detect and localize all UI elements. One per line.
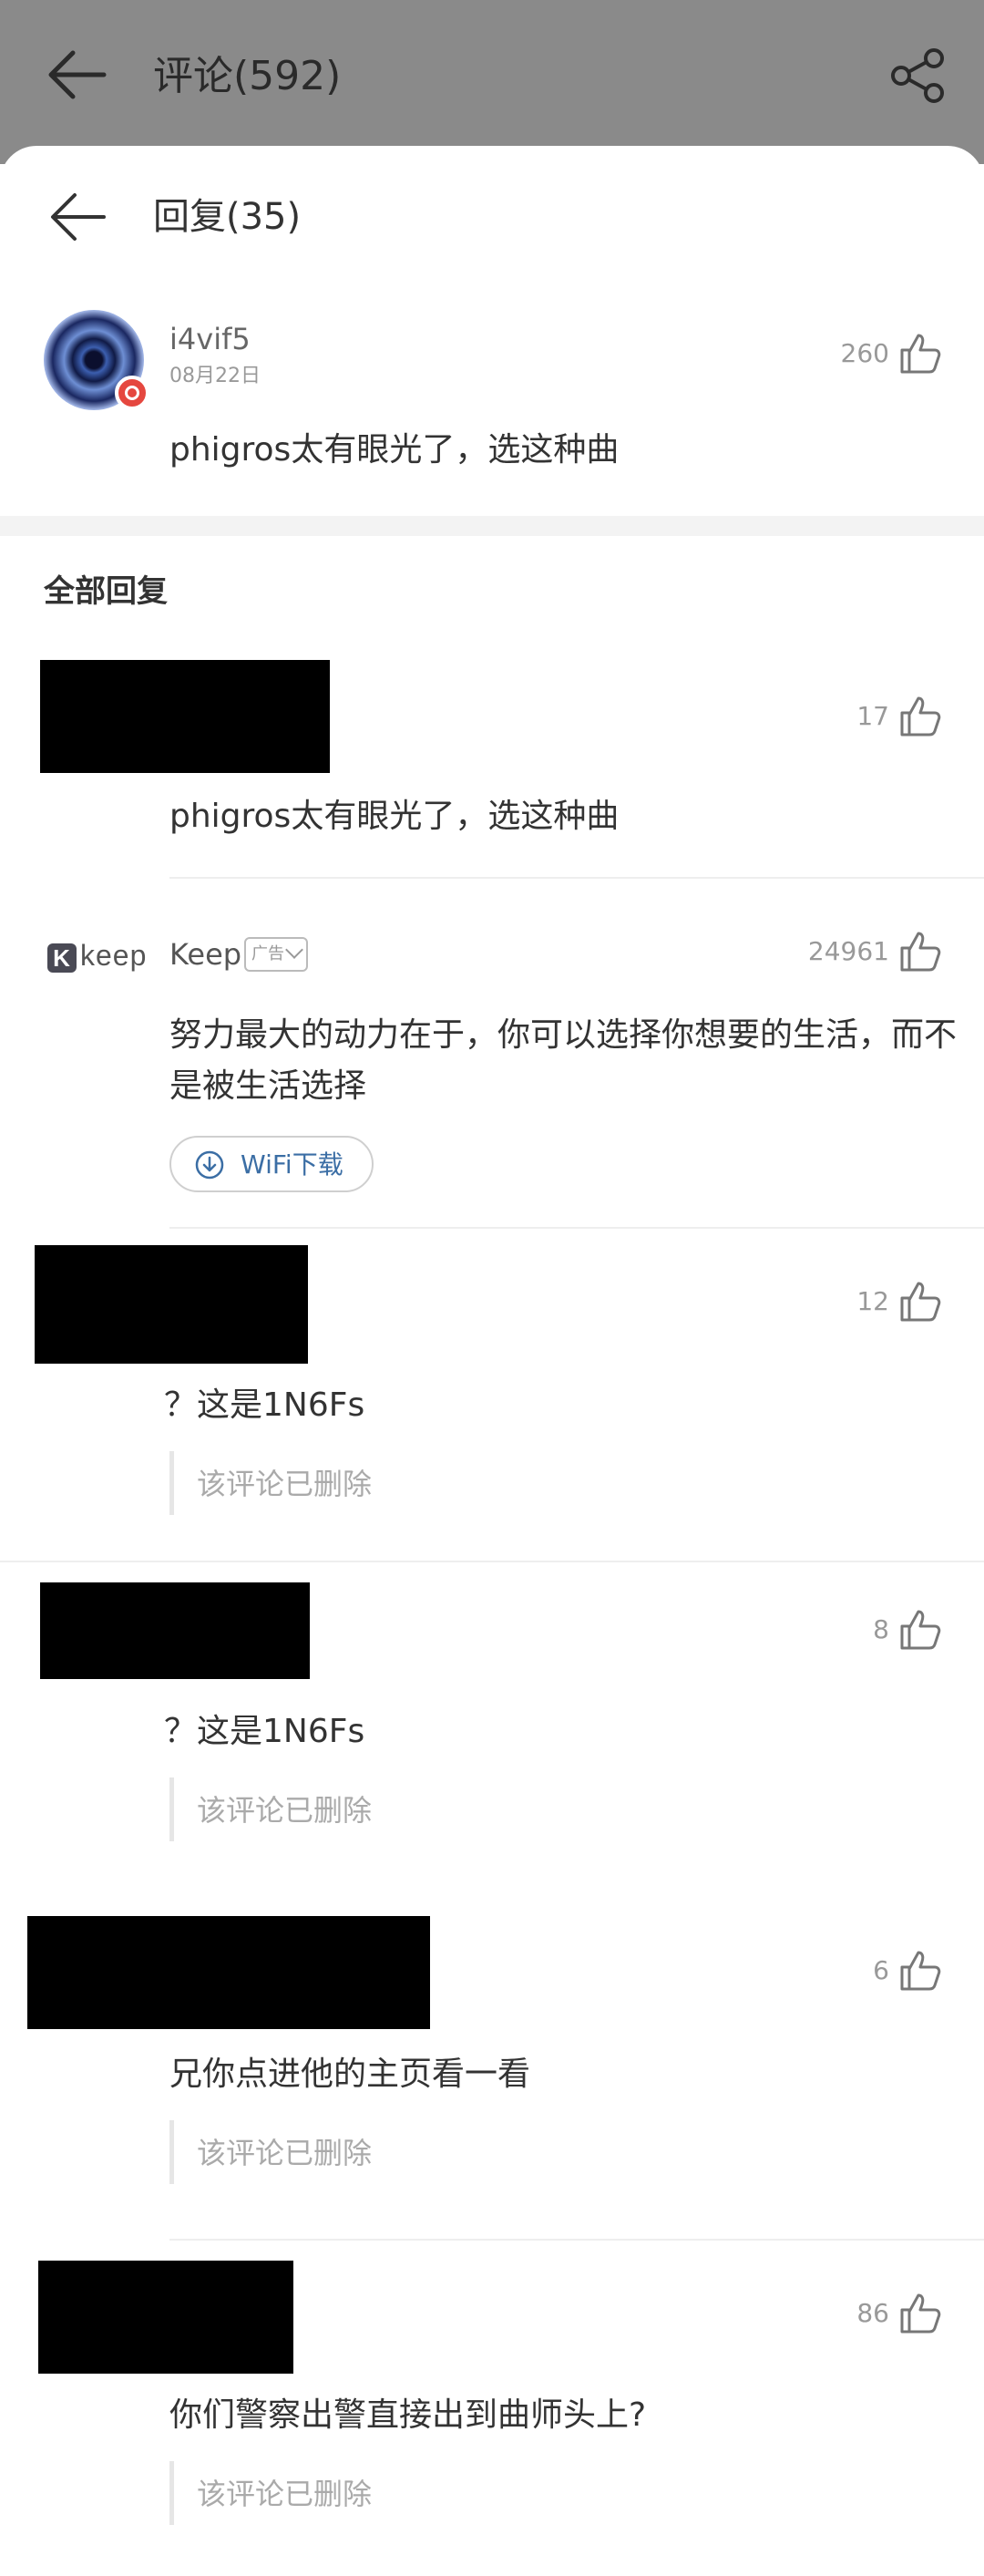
comment-username[interactable]: i4vif5 — [169, 319, 251, 359]
reply-sheet: 回复(35) i4vif5 08月22日 260 phigros太有眼光了，选这… — [0, 146, 984, 2576]
quote-bar — [169, 2120, 174, 2184]
redacted-user — [35, 1245, 308, 1364]
like-count: 24961 — [807, 936, 889, 966]
wifi-download-button[interactable]: WiFi下载 — [169, 1136, 374, 1192]
back-arrow-icon[interactable] — [46, 47, 109, 102]
reply-text: 兄你点进他的主页看一看 — [169, 2056, 531, 2093]
redacted-user — [27, 1916, 430, 2029]
deleted-comment-text: 该评论已删除 — [197, 2477, 373, 2511]
comment-text: phigros太有眼光了，选这种曲 — [169, 431, 620, 469]
redacted-user — [40, 660, 330, 773]
ad-text-line-1: 努力最大的动力在于，你可以选择你想要的生活，而不 — [169, 1016, 958, 1054]
section-title: 全部回复 — [44, 573, 168, 610]
thumbs-up-icon[interactable] — [898, 1280, 942, 1324]
redacted-user — [38, 2261, 293, 2374]
reply-text: phigros太有眼光了，选这种曲 — [169, 798, 620, 835]
like-count: 260 — [840, 338, 889, 368]
back-arrow-icon[interactable] — [47, 190, 108, 244]
quote-bar — [169, 2461, 174, 2525]
like-count: 8 — [873, 1614, 889, 1644]
redacted-user — [40, 1582, 310, 1679]
deleted-comment-text: 该评论已删除 — [197, 1793, 373, 1828]
wifi-download-label: WiFi下载 — [241, 1149, 343, 1180]
thumbs-up-icon[interactable] — [898, 695, 942, 738]
reply-text: 你们警察出警直接出到曲师头上? — [169, 2396, 647, 2434]
divider — [169, 1227, 984, 1229]
section-divider — [0, 516, 984, 536]
ad-tag[interactable]: 广告 — [244, 937, 308, 972]
divider — [169, 877, 984, 879]
comment-date: 08月22日 — [169, 365, 261, 387]
deleted-comment-text: 该评论已删除 — [197, 1467, 373, 1501]
badge-icon — [115, 376, 149, 410]
thumbs-up-icon[interactable] — [898, 332, 942, 376]
ad-logo[interactable]: Kkeep — [47, 935, 147, 975]
download-icon — [195, 1150, 224, 1180]
reply-text: ？这是1N6Fs — [164, 1713, 365, 1750]
share-icon[interactable] — [888, 46, 948, 106]
sheet-title: 回复(35) — [153, 196, 302, 238]
reply-text: ？这是1N6Fs — [164, 1386, 365, 1424]
chevron-down-icon — [285, 941, 303, 959]
like-count: 6 — [873, 1955, 889, 1985]
parent-header: 评论(592) — [0, 0, 984, 164]
like-count: 12 — [856, 1286, 889, 1316]
thumbs-up-icon[interactable] — [898, 2292, 942, 2335]
like-count: 17 — [856, 701, 889, 731]
thumbs-up-icon[interactable] — [898, 930, 942, 974]
divider — [0, 1561, 984, 1562]
thumbs-up-icon[interactable] — [898, 1608, 942, 1652]
quote-bar — [169, 1451, 174, 1515]
parent-title: 评论(592) — [153, 53, 342, 99]
thumbs-up-icon[interactable] — [898, 1949, 942, 1993]
ad-name[interactable]: Keep — [169, 933, 241, 975]
ad-text-line-2: 是被生活选择 — [169, 1067, 367, 1105]
like-count: 86 — [856, 2298, 889, 2328]
quote-bar — [169, 1777, 174, 1841]
deleted-comment-text: 该评论已删除 — [197, 2136, 373, 2170]
divider — [169, 2239, 984, 2241]
